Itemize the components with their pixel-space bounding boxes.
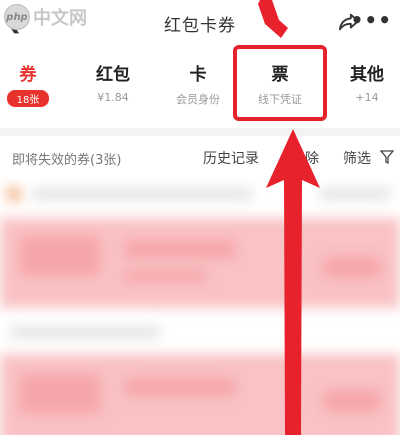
tab-label: 红包	[96, 65, 130, 85]
tab-red-packets[interactable]: 红包 ¥1.84	[73, 60, 153, 104]
tab-label: 其他	[350, 65, 384, 85]
list-item	[20, 374, 100, 414]
list-item	[10, 326, 160, 338]
page-title: 红包卡券	[164, 15, 236, 36]
watermark: php 中文网	[4, 4, 87, 30]
tab-cards[interactable]: 卡 会员身份	[158, 60, 238, 107]
list-item	[32, 188, 252, 200]
list-item	[125, 378, 235, 396]
tab-label: 券	[19, 65, 37, 85]
list-item	[125, 240, 235, 258]
tab-sub: +14	[355, 91, 379, 104]
divider	[0, 128, 400, 136]
list-item	[322, 390, 382, 412]
watermark-text: 中文网	[33, 8, 87, 29]
list-item	[320, 188, 390, 200]
highlight-box	[233, 45, 327, 121]
list-item	[125, 270, 205, 282]
list-item	[20, 236, 100, 276]
category-tabs: 券 18张 红包 ¥1.84 卡 会员身份 票 线下凭证 其他 +14	[0, 48, 400, 124]
filter-link[interactable]: 筛选	[343, 148, 371, 168]
delete-link[interactable]: 除	[305, 148, 319, 168]
tab-others[interactable]: 其他 +14	[327, 60, 400, 104]
list-item	[6, 186, 22, 202]
tab-sub: 会员身份	[176, 93, 220, 106]
more-icon[interactable]: •••	[351, 8, 392, 32]
history-link[interactable]: 历史记录	[203, 148, 259, 168]
count-badge: 18张	[6, 90, 50, 107]
tab-sub: ¥1.84	[97, 91, 129, 104]
watermark-logo: php	[4, 4, 30, 30]
funnel-icon[interactable]	[380, 150, 394, 164]
expiring-coupons-label[interactable]: 即将失效的券(3张)	[12, 149, 121, 168]
list-item	[322, 256, 382, 278]
tab-coupons[interactable]: 券 18张	[0, 60, 68, 107]
tab-label: 卡	[189, 65, 207, 85]
coupon-list	[0, 178, 400, 435]
filter-bar: 即将失效的券(3张) 历史记录 除 筛选	[0, 140, 400, 174]
